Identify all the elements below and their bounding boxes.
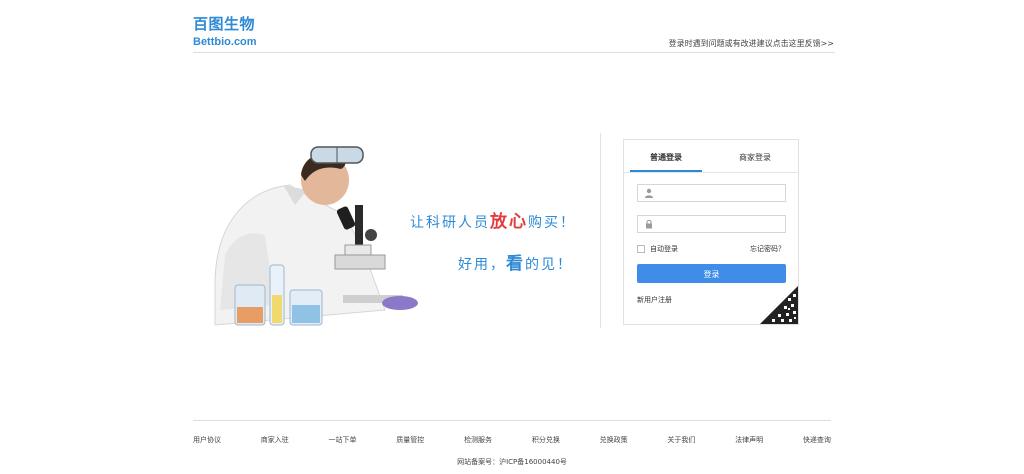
header-divider xyxy=(193,52,835,53)
footer-link-legal-notice[interactable]: 法律声明 xyxy=(735,435,763,445)
password-field[interactable] xyxy=(637,215,786,233)
footer-link-quality-control[interactable]: 质量管控 xyxy=(396,435,424,445)
password-input[interactable] xyxy=(660,217,780,231)
slogan-visible-prefix: 好用， xyxy=(458,257,506,273)
footer-link-exchange-policy[interactable]: 兑换政策 xyxy=(600,435,628,445)
auto-login[interactable]: 自动登录 xyxy=(637,244,678,254)
tab-normal-login[interactable]: 普通登录 xyxy=(650,152,682,163)
slogan-visible: 好用，看的见！ xyxy=(458,249,573,274)
active-tab-indicator xyxy=(630,170,702,172)
slogan-trust-suffix: 购买！ xyxy=(528,215,576,231)
qr-code-corner-icon[interactable] xyxy=(760,286,798,324)
footer-link-testing-service[interactable]: 检测服务 xyxy=(464,435,492,445)
footer-link-one-stop-order[interactable]: 一站下单 xyxy=(329,435,357,445)
auto-login-checkbox[interactable] xyxy=(637,245,645,253)
username-field[interactable] xyxy=(637,184,786,202)
vertical-divider xyxy=(600,133,601,328)
tab-merchant-login[interactable]: 商家登录 xyxy=(739,152,771,163)
slogan-visible-suffix: 的见！ xyxy=(525,257,573,273)
footer-link-about-us[interactable]: 关于我们 xyxy=(667,435,695,445)
footer-nav: 用户协议 商家入驻 一站下单 质量管控 检测服务 积分兑换 兑换政策 关于我们 … xyxy=(193,435,831,445)
username-input[interactable] xyxy=(660,186,780,200)
slogan-trust-prefix: 让科研人员 xyxy=(410,215,490,231)
auto-login-label: 自动登录 xyxy=(650,245,678,253)
footer-link-express-tracking[interactable]: 快递查询 xyxy=(803,435,831,445)
lock-icon xyxy=(646,220,652,229)
icp-record: 网站备案号：沪ICP备16000440号 xyxy=(457,458,567,466)
register-link[interactable]: 新用户注册 xyxy=(637,295,672,305)
slogan-trust: 让科研人员放心购买！ xyxy=(410,207,576,232)
slogan-visible-highlight: 看 xyxy=(506,254,525,274)
footer-link-points-exchange[interactable]: 积分兑换 xyxy=(532,435,560,445)
feedback-link[interactable]: 登录时遇到问题或有改进建议点击这里反馈>> xyxy=(669,38,834,49)
login-panel: 普通登录 商家登录 自动登录 忘记密码？ 登录 新用户注册 xyxy=(623,139,799,325)
footer-divider xyxy=(193,420,831,421)
logo-english[interactable]: Bettbio.com xyxy=(193,36,257,48)
user-icon xyxy=(645,188,653,198)
scientist-illustration xyxy=(214,146,418,326)
login-tabs: 普通登录 商家登录 xyxy=(624,140,798,173)
logo-chinese[interactable]: 百图生物 xyxy=(193,13,255,34)
footer-link-merchant-join[interactable]: 商家入驻 xyxy=(261,435,289,445)
login-button[interactable]: 登录 xyxy=(637,264,786,283)
footer-link-user-agreement[interactable]: 用户协议 xyxy=(193,435,221,445)
forgot-password-link[interactable]: 忘记密码？ xyxy=(750,244,785,254)
slogan-trust-highlight: 放心 xyxy=(490,212,528,232)
